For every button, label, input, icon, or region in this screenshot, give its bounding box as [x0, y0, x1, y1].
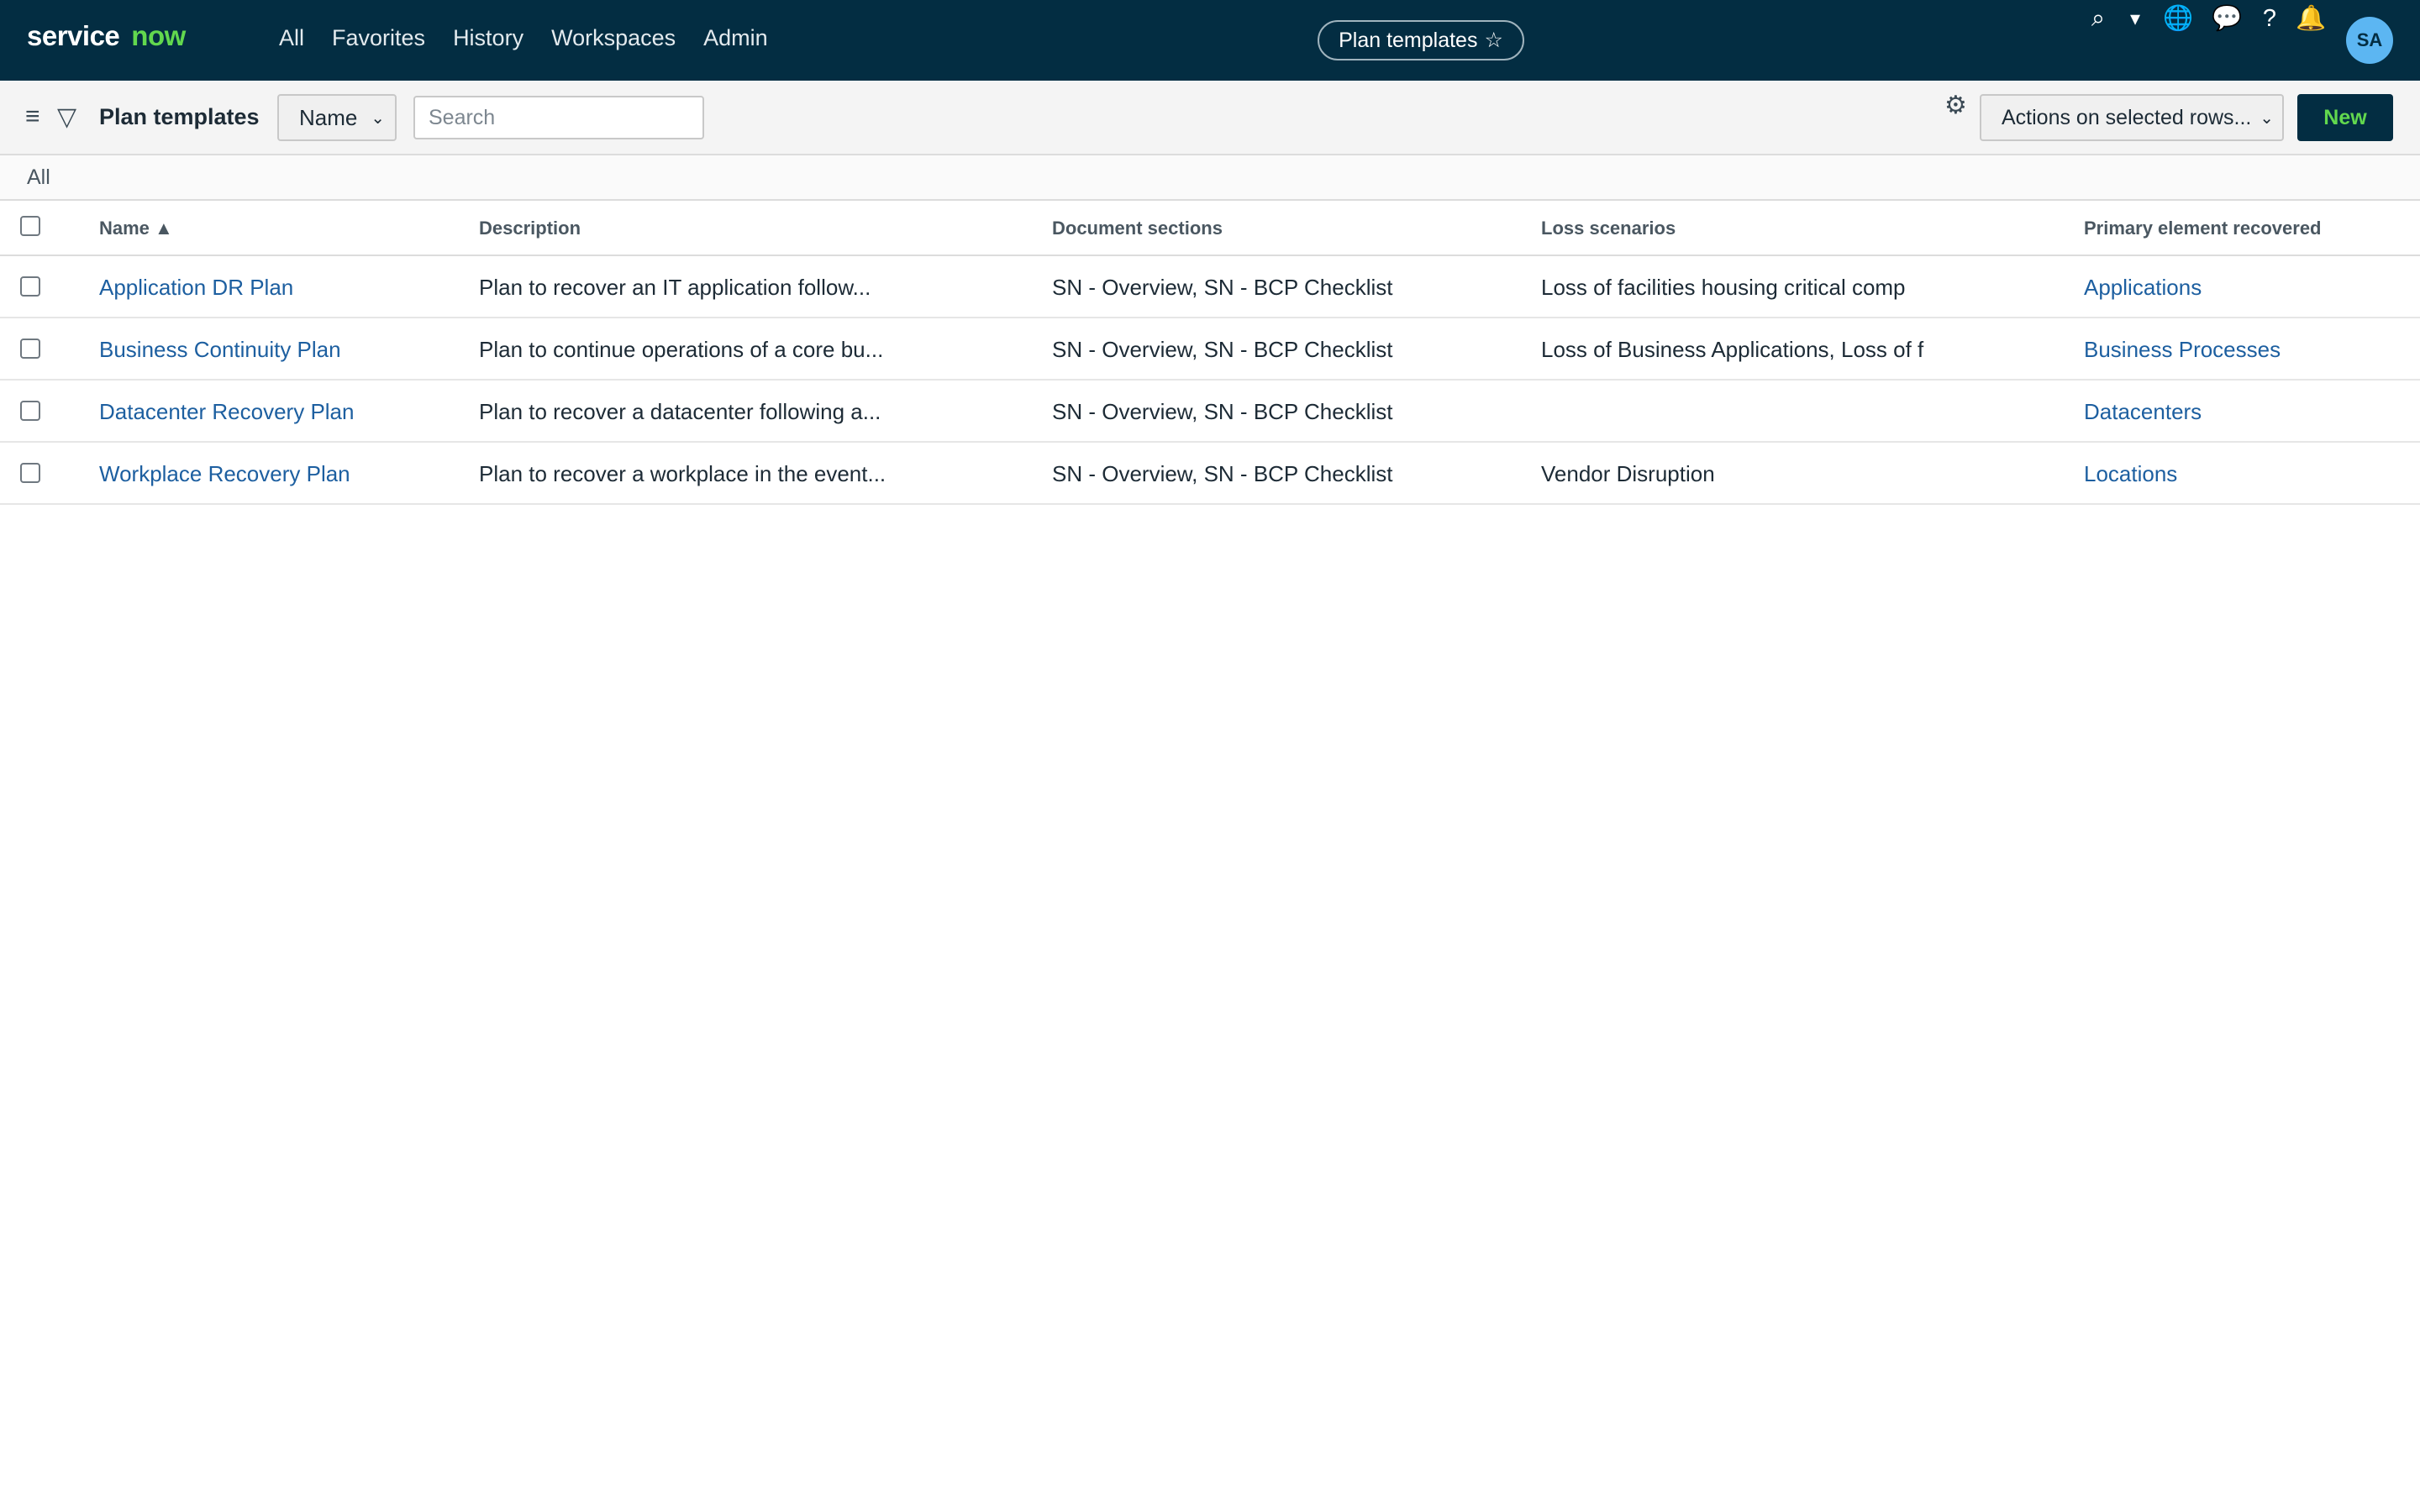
nav-all[interactable]: All [279, 25, 304, 51]
actions-select[interactable]: Actions on selected rows... ⌄ [1980, 94, 2284, 141]
chevron-down-icon: ⌄ [371, 109, 385, 128]
row-name-link[interactable]: Workplace Recovery Plan [99, 461, 452, 487]
select-all-checkbox[interactable] [20, 216, 40, 236]
search-field-select-value: Name [299, 104, 358, 130]
row-description: Plan to recover a workplace in the event… [479, 461, 886, 486]
row-name-link[interactable]: Application DR Plan [99, 275, 452, 301]
search-icon[interactable]: ⌕ [2086, 0, 2111, 37]
list-title: Plan templates [99, 104, 260, 129]
table-row: Datacenter Recovery Plan Plan to recover… [0, 381, 2420, 443]
new-button[interactable]: New [2297, 94, 2393, 141]
row-primary-element-link[interactable]: Business Processes [2084, 337, 2412, 363]
bell-icon[interactable]: 🔔 [2294, 0, 2328, 37]
row-document-sections: SN - Overview, SN - BCP Checklist [1052, 461, 1393, 486]
row-name-link[interactable]: Datacenter Recovery Plan [99, 399, 452, 425]
row-checkbox[interactable] [20, 401, 40, 421]
plan-templates-table: Name ▲ Description Document sections Los… [0, 201, 2420, 505]
search-input[interactable] [413, 96, 704, 139]
globe-icon[interactable]: 🌐 [2161, 0, 2195, 37]
row-name-link[interactable]: Business Continuity Plan [99, 337, 452, 363]
menu-icon[interactable]: ≡ [25, 102, 40, 131]
filter-icon[interactable]: ▽ [57, 102, 76, 132]
row-description: Plan to recover a datacenter following a… [479, 399, 881, 424]
table-row: Business Continuity Plan Plan to continu… [0, 318, 2420, 381]
row-document-sections: SN - Overview, SN - BCP Checklist [1052, 399, 1393, 424]
favorite-star-icon[interactable]: ☆ [1484, 28, 1502, 53]
row-checkbox[interactable] [20, 339, 40, 359]
row-loss-scenarios: Vendor Disruption [1541, 461, 1715, 486]
actions-select-value: Actions on selected rows... [2002, 105, 2252, 129]
scope-dropdown-icon[interactable]: ▾ [2123, 0, 2148, 37]
help-icon[interactable]: ? [2257, 0, 2282, 37]
row-loss-scenarios: Loss of Business Applications, Loss of f [1541, 337, 1924, 362]
context-pill-label: Plan templates [1339, 28, 1478, 52]
row-description: Plan to recover an IT application follow… [479, 275, 871, 300]
gear-icon[interactable]: ⚙ [1944, 91, 1967, 120]
column-header-description[interactable]: Description [479, 218, 1017, 239]
table-header: Name ▲ Description Document sections Los… [0, 201, 2420, 256]
row-primary-element-link[interactable]: Datacenters [2084, 399, 2412, 425]
breadcrumb-all[interactable]: All [27, 165, 50, 190]
row-checkbox[interactable] [20, 463, 40, 483]
column-header-document-sections[interactable]: Document sections [1052, 218, 1514, 239]
breadcrumb-bar: All [0, 155, 2420, 201]
column-header-name[interactable]: Name ▲ [99, 218, 452, 239]
table-row: Workplace Recovery Plan Plan to recover … [0, 443, 2420, 505]
chevron-down-icon: ⌄ [2260, 109, 2274, 128]
nav-admin[interactable]: Admin [703, 25, 768, 51]
nav-history[interactable]: History [453, 25, 523, 51]
column-header-primary-element[interactable]: Primary element recovered [2084, 218, 2412, 239]
logo-text-primary: service [27, 20, 120, 51]
servicenow-logo[interactable]: service now [27, 20, 186, 52]
nav-workspaces[interactable]: Workspaces [551, 25, 676, 51]
row-loss-scenarios: Loss of facilities housing critical comp [1541, 275, 1906, 300]
row-description: Plan to continue operations of a core bu… [479, 337, 884, 362]
row-checkbox[interactable] [20, 276, 40, 297]
list-toolbar: ≡ ▽ Plan templates Name ⌄ ⚙ Actions on s… [0, 81, 2420, 155]
column-header-loss-scenarios[interactable]: Loss scenarios [1541, 218, 1928, 239]
nav-favorites[interactable]: Favorites [332, 25, 425, 51]
search-field-select[interactable]: Name ⌄ [277, 94, 397, 141]
row-primary-element-link[interactable]: Applications [2084, 275, 2412, 301]
context-pill[interactable]: Plan templates ☆ [1318, 20, 1524, 60]
table-row: Application DR Plan Plan to recover an I… [0, 256, 2420, 318]
logo-text-secondary: now [131, 20, 186, 51]
row-document-sections: SN - Overview, SN - BCP Checklist [1052, 337, 1393, 362]
user-avatar[interactable]: SA [2346, 17, 2393, 64]
row-document-sections: SN - Overview, SN - BCP Checklist [1052, 275, 1393, 300]
chat-icon[interactable]: 💬 [2210, 0, 2244, 37]
main-nav: All Favorites History Workspaces Admin [279, 25, 768, 51]
row-primary-element-link[interactable]: Locations [2084, 461, 2412, 487]
top-navigation-bar: service now All Favorites History Workspa… [0, 0, 2420, 81]
